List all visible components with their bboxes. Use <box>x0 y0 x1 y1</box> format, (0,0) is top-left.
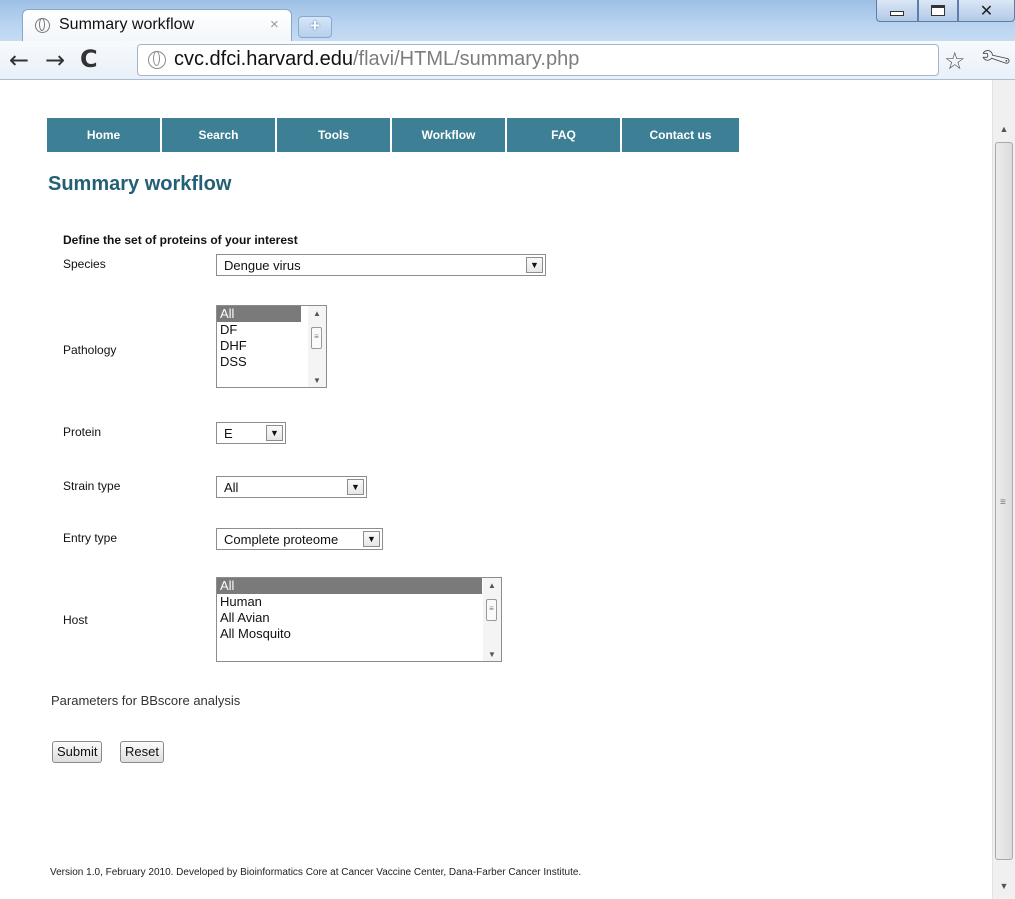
species-select[interactable]: Dengue virus ▼ <box>216 254 546 276</box>
close-icon: ✕ <box>979 1 994 20</box>
nav-search[interactable]: Search <box>162 118 277 152</box>
browser-toolbar: ← → C cvc.dfci.harvard.edu/flavi/HTML/su… <box>0 41 1015 80</box>
strain-type-label: Strain type <box>63 479 121 493</box>
url-path: /flavi/HTML/summary.php <box>352 48 580 70</box>
new-tab-button[interactable]: + <box>298 16 332 38</box>
scroll-thumb[interactable]: ≡ <box>311 327 322 349</box>
scroll-up-icon[interactable]: ▲ <box>483 581 501 590</box>
pathology-listbox[interactable]: All DF DHF DSS ▲ ≡ ▼ <box>216 305 327 388</box>
reload-icon[interactable]: C <box>80 46 98 72</box>
window-controls: ✕ <box>876 0 1015 22</box>
scroll-down-icon[interactable]: ▼ <box>993 877 1015 895</box>
scroll-down-icon[interactable]: ▼ <box>308 376 326 385</box>
chevron-down-icon[interactable]: ▼ <box>363 531 380 547</box>
pathology-scrollbar[interactable]: ▲ ≡ ▼ <box>308 306 326 387</box>
maximize-icon <box>931 5 945 16</box>
protein-label: Protein <box>63 425 102 439</box>
nav-home[interactable]: Home <box>47 118 162 152</box>
scroll-grip-icon: ≡ <box>1000 497 1006 508</box>
page-scroll-thumb[interactable]: ≡ <box>995 142 1013 860</box>
host-scrollbar[interactable]: ▲ ≡ ▼ <box>483 578 501 661</box>
scroll-down-icon[interactable]: ▼ <box>483 650 501 659</box>
window-titlebar: Summary workflow × + ✕ <box>0 0 1015 43</box>
browser-tab[interactable]: Summary workflow × <box>22 9 292 43</box>
back-arrow-icon[interactable]: ← <box>9 47 29 73</box>
pathology-option-all[interactable]: All <box>217 306 301 322</box>
wrench-menu-icon[interactable]: 🔧︎ <box>978 41 1015 77</box>
host-listbox[interactable]: All Human All Avian All Mosquito ▲ ≡ ▼ <box>216 577 502 662</box>
reset-button[interactable]: Reset <box>120 741 164 763</box>
url-host: cvc.dfci.harvard.edu <box>174 48 353 70</box>
entry-type-label: Entry type <box>63 531 118 545</box>
tab-close-button[interactable]: × <box>270 16 279 33</box>
footer-text: Version 1.0, February 2010. Developed by… <box>50 867 582 878</box>
nav-contact-us[interactable]: Contact us <box>622 118 739 152</box>
pathology-label: Pathology <box>63 343 117 357</box>
host-option-all-avian[interactable]: All Avian <box>217 610 501 626</box>
submit-button[interactable]: Submit <box>52 741 103 763</box>
nav-faq[interactable]: FAQ <box>507 118 622 152</box>
section-title: Define the set of proteins of your inter… <box>63 233 298 247</box>
host-label: Host <box>63 613 88 627</box>
nav-tools[interactable]: Tools <box>277 118 392 152</box>
url-text[interactable]: cvc.dfci.harvard.edu/flavi/HTML/summary.… <box>174 48 579 71</box>
globe-icon <box>35 18 50 33</box>
chevron-down-icon[interactable]: ▼ <box>347 479 364 495</box>
scroll-up-icon[interactable]: ▲ <box>308 309 326 318</box>
protein-value: E <box>224 426 233 441</box>
bbscore-params-text: Parameters for BBscore analysis <box>51 693 241 708</box>
entry-type-value: Complete proteome <box>224 532 339 547</box>
chevron-down-icon[interactable]: ▼ <box>266 425 283 441</box>
species-value: Dengue virus <box>224 258 301 273</box>
host-option-human[interactable]: Human <box>217 594 501 610</box>
strain-type-value: All <box>224 480 239 495</box>
forward-arrow-icon[interactable]: → <box>45 47 65 73</box>
bookmark-star-icon[interactable]: ☆ <box>944 47 966 75</box>
entry-type-select[interactable]: Complete proteome ▼ <box>216 528 383 550</box>
page-info-icon[interactable] <box>148 51 166 69</box>
page-viewport: Home Search Tools Workflow FAQ Contact u… <box>0 80 992 899</box>
scroll-thumb[interactable]: ≡ <box>486 599 497 621</box>
site-nav: Home Search Tools Workflow FAQ Contact u… <box>47 118 739 152</box>
close-window-button[interactable]: ✕ <box>958 0 1015 22</box>
host-option-all-mosquito[interactable]: All Mosquito <box>217 626 501 642</box>
page-title: Summary workflow <box>48 173 232 195</box>
strain-type-select[interactable]: All ▼ <box>216 476 367 498</box>
scroll-up-icon[interactable]: ▲ <box>993 120 1015 138</box>
nav-workflow[interactable]: Workflow <box>392 118 507 152</box>
minimize-icon <box>890 11 904 16</box>
minimize-button[interactable] <box>876 0 918 22</box>
maximize-button[interactable] <box>918 0 958 22</box>
tab-title: Summary workflow <box>59 16 195 33</box>
page-scrollbar[interactable]: ▲ ≡ ▼ <box>992 80 1015 899</box>
protein-select[interactable]: E ▼ <box>216 422 286 444</box>
address-bar[interactable]: cvc.dfci.harvard.edu/flavi/HTML/summary.… <box>137 44 939 76</box>
host-option-all[interactable]: All <box>217 578 482 594</box>
chevron-down-icon[interactable]: ▼ <box>526 257 543 273</box>
species-label: Species <box>63 257 106 271</box>
